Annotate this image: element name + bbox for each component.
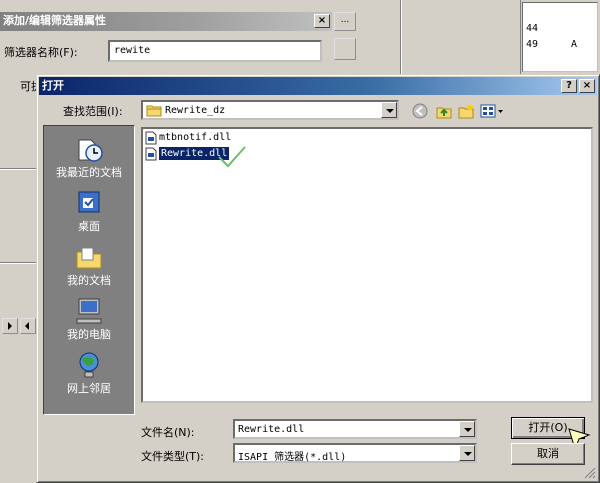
place-recent-documents[interactable]: 我最近的文档 (44, 134, 134, 184)
bg-dialog-side-button[interactable]: ... (334, 12, 356, 31)
file-type-select[interactable]: ISAPI 筛选器(*.dll) (233, 443, 477, 463)
bg-dialog-name-side-button[interactable] (334, 38, 356, 60)
bg-right-value-1: 44 (526, 23, 539, 34)
my-computer-icon (76, 298, 102, 324)
close-icon: × (317, 15, 327, 26)
bg-dialog-name-input[interactable]: rewite (108, 40, 322, 62)
desktop-icon (78, 191, 100, 213)
file-name-label: 文件名(N): (141, 426, 195, 439)
look-in-dropdown-button[interactable] (381, 102, 397, 118)
network-places-icon (79, 352, 99, 378)
file-name-input[interactable]: Rewrite.dll (233, 419, 477, 439)
back-icon[interactable] (411, 102, 429, 120)
bg-dialog-titlebar: 添加/编辑筛选器属性 × (0, 12, 332, 31)
bg-vertical-line (400, 0, 402, 75)
open-dialog: 打开 ? × 查找范围(I): Rewrite_dz 我最近的文档 桌面 我的文… (36, 74, 600, 483)
file-name: mtbnotif.dll (159, 132, 232, 143)
place-label: 桌面 (78, 220, 100, 233)
look-in-value: Rewrite_dz (165, 105, 226, 116)
bg-scroll-left-button[interactable] (20, 318, 36, 334)
folder-icon (146, 105, 162, 117)
dll-file-icon (145, 131, 157, 145)
look-in-label: 查找范围(I): (63, 105, 123, 118)
size-grip-icon[interactable] (584, 467, 596, 479)
place-my-documents[interactable]: 我的文档 (44, 242, 134, 292)
place-label: 我的文档 (67, 274, 111, 287)
place-label: 我最近的文档 (56, 166, 122, 179)
bg-dialog-name-label: 筛选器名称(F): (4, 46, 78, 59)
look-in-combo[interactable]: Rewrite_dz (141, 100, 399, 120)
check-mark-icon (218, 146, 246, 168)
bg-right-value-2: 49 (526, 39, 539, 50)
file-list[interactable]: mtbnotif.dll Rewrite.dll (141, 127, 593, 403)
places-bar: 我最近的文档 桌面 我的文档 我的电脑 网上邻居 (43, 125, 135, 415)
place-my-computer[interactable]: 我的电脑 (44, 296, 134, 346)
help-button[interactable]: ? (561, 79, 577, 93)
bg-right-list[interactable]: 44 49 A (522, 2, 598, 72)
bg-right-letter-1: A (571, 39, 578, 50)
file-name-dropdown-button[interactable] (459, 421, 475, 437)
cancel-button[interactable]: 取消 (511, 443, 585, 465)
file-type-dropdown-button[interactable] (459, 445, 475, 461)
bg-separator-line-2 (0, 262, 36, 264)
close-icon: × (582, 80, 592, 91)
help-icon: ? (566, 80, 572, 91)
dll-file-icon (145, 147, 157, 161)
file-type-label: 文件类型(T): (141, 450, 205, 463)
views-menu-icon[interactable] (479, 102, 505, 120)
place-label: 网上邻居 (67, 382, 111, 395)
bg-scroll-right-button[interactable] (2, 318, 18, 334)
place-label: 我的电脑 (67, 328, 111, 341)
place-network-places[interactable]: 网上邻居 (44, 350, 134, 400)
recent-documents-icon (78, 139, 103, 162)
place-desktop[interactable]: 桌面 (44, 188, 134, 238)
bg-separator-line (0, 168, 36, 170)
new-folder-icon[interactable] (457, 102, 475, 120)
bg-dialog-close-button[interactable]: × (314, 14, 330, 28)
open-dialog-title: 打开 (42, 79, 64, 92)
close-button[interactable]: × (579, 79, 595, 93)
my-documents-icon (76, 247, 102, 269)
up-folder-icon[interactable] (435, 102, 453, 120)
bg-dialog-title: 添加/编辑筛选器属性 (3, 14, 107, 27)
open-dialog-titlebar: 打开 ? × (39, 77, 597, 95)
